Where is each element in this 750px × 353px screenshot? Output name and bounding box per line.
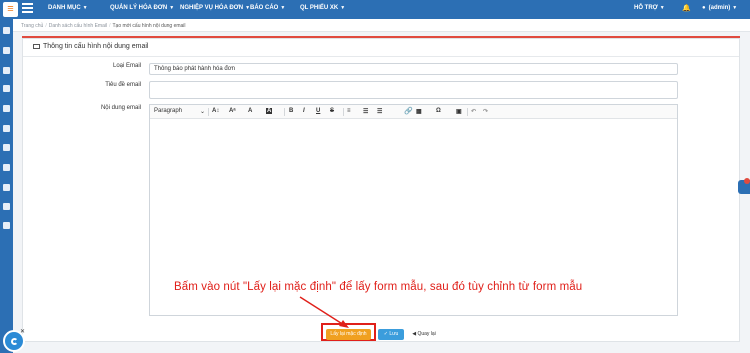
chat-icon <box>11 338 18 345</box>
save-button[interactable]: ✓ Lưu <box>378 329 404 340</box>
close-icon[interactable]: ✕ <box>20 328 25 335</box>
notification-badge <box>744 178 750 184</box>
instruction-annotation: Bấm vào nút "Lấy lại mặc định" để lấy fo… <box>174 281 583 293</box>
annotation-arrow <box>299 296 349 328</box>
reset-default-button[interactable]: Lấy lại mặc định <box>326 329 371 340</box>
back-button[interactable]: ◀ Quay lại <box>408 329 440 340</box>
